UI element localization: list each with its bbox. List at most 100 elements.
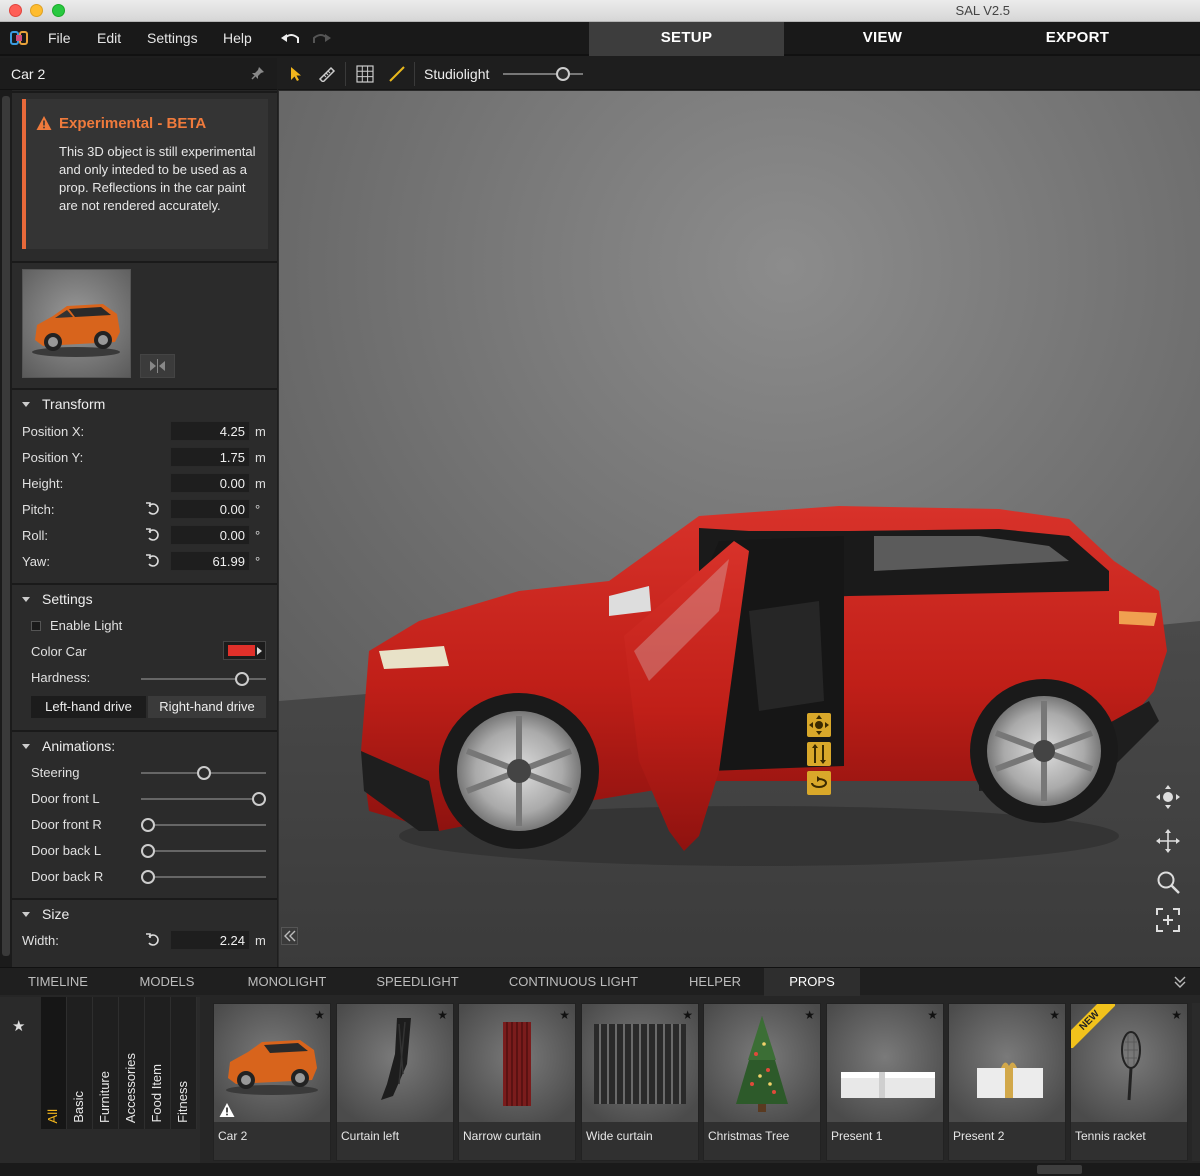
favorite-star-icon[interactable]: ★ [314, 1008, 325, 1022]
prop-card-curtain-left[interactable]: ★ Curtain left [336, 1003, 454, 1161]
select-tool-icon[interactable] [288, 66, 304, 82]
favorite-star-icon[interactable]: ★ [437, 1008, 448, 1022]
prop-card-tennis-racket[interactable]: NEW ★ Tennis racket [1070, 1003, 1188, 1161]
size-header[interactable]: Size [22, 906, 69, 922]
transform-header[interactable]: Transform [22, 396, 105, 412]
expand-panel-icon[interactable] [1172, 974, 1188, 990]
undo-icon[interactable] [280, 30, 302, 46]
grid-icon[interactable] [356, 65, 374, 83]
favorites-star-icon[interactable]: ★ [12, 1017, 25, 1035]
object-title: Car 2 [11, 66, 46, 82]
tab-models[interactable]: MODELS [116, 968, 218, 996]
yaw-field[interactable]: 61.99 [170, 551, 250, 571]
favorite-star-icon[interactable]: ★ [927, 1008, 938, 1022]
roll-field[interactable]: 0.00 [170, 525, 250, 545]
studiolight-slider-knob[interactable] [555, 67, 570, 81]
prop-card-christmas-tree[interactable]: ★ Christmas Tree [703, 1003, 821, 1161]
favorite-star-icon[interactable]: ★ [682, 1008, 693, 1022]
category-accessories[interactable]: Accessories [119, 997, 145, 1129]
panel-scrollbar[interactable] [0, 90, 12, 967]
viewport-divider [414, 62, 415, 86]
tab-continuous-light[interactable]: CONTINUOUS LIGHT [479, 968, 668, 996]
steering-slider[interactable] [141, 766, 266, 780]
color-swatch [228, 645, 255, 656]
tab-helper[interactable]: HELPER [668, 968, 762, 996]
width-field[interactable]: 2.24 [170, 930, 250, 950]
category-all[interactable]: All [41, 997, 67, 1129]
settings-header[interactable]: Settings [22, 591, 93, 607]
menu-file[interactable]: File [48, 30, 71, 46]
height-gizmo-icon[interactable] [807, 742, 831, 766]
hardness-slider[interactable] [141, 672, 266, 686]
prop-card-present-1[interactable]: ★ Present 1 [826, 1003, 944, 1161]
menu-help[interactable]: Help [223, 30, 252, 46]
category-basic[interactable]: Basic [67, 997, 93, 1129]
left-hand-drive-button[interactable]: Left-hand drive [31, 696, 146, 718]
door-back-l-slider[interactable] [141, 844, 266, 858]
door-front-l-slider-knob[interactable] [252, 792, 266, 806]
prop-card-present-2[interactable]: ★ Present 2 [948, 1003, 1066, 1161]
door-back-l-slider-knob[interactable] [141, 844, 155, 858]
position-x-field[interactable]: 4.25 [170, 421, 250, 441]
panel-scrollbar-thumb[interactable] [2, 96, 10, 956]
viewport-toolbar: Studiolight [278, 58, 1200, 90]
reset-width-icon[interactable] [145, 932, 161, 948]
redo-icon[interactable] [310, 30, 332, 46]
tab-export[interactable]: EXPORT [980, 22, 1175, 56]
collapse-panel-icon[interactable] [281, 927, 298, 945]
reset-pitch-icon[interactable] [145, 501, 161, 517]
scene-canvas[interactable] [279, 91, 1200, 967]
library-scrollbar[interactable] [0, 1163, 1200, 1176]
position-y-field[interactable]: 1.75 [170, 447, 250, 467]
door-back-r-slider-knob[interactable] [141, 870, 155, 884]
zoom-icon[interactable] [1155, 869, 1181, 895]
door-back-r-slider[interactable] [141, 870, 266, 884]
frame-selection-icon[interactable] [1155, 907, 1181, 933]
favorite-star-icon[interactable]: ★ [1049, 1008, 1060, 1022]
steering-slider-knob[interactable] [196, 766, 211, 780]
category-fitness[interactable]: Fitness [171, 997, 197, 1129]
favorite-star-icon[interactable]: ★ [1171, 1008, 1182, 1022]
right-hand-drive-button[interactable]: Right-hand drive [148, 696, 266, 718]
tab-monolight[interactable]: MONOLIGHT [218, 968, 356, 996]
enable-light-checkbox[interactable] [31, 621, 41, 631]
tab-props[interactable]: PROPS [764, 968, 860, 996]
move-gizmo-icon[interactable] [807, 713, 831, 737]
tab-view[interactable]: VIEW [785, 22, 980, 56]
door-back-l-label: Door back L [31, 843, 102, 858]
mirror-button[interactable] [140, 354, 175, 378]
door-front-l-slider[interactable] [141, 792, 266, 806]
menu-settings[interactable]: Settings [147, 30, 198, 46]
light-line-icon[interactable] [388, 65, 406, 83]
reset-yaw-icon[interactable] [145, 553, 161, 569]
door-front-r-slider-knob[interactable] [141, 818, 155, 832]
tab-speedlight[interactable]: SPEEDLIGHT [356, 968, 479, 996]
prop-card-car-2[interactable]: ★ Car 2 [213, 1003, 331, 1161]
pin-icon[interactable] [251, 66, 265, 80]
height-field[interactable]: 0.00 [170, 473, 250, 493]
pitch-field[interactable]: 0.00 [170, 499, 250, 519]
tab-timeline[interactable]: TIMELINE [0, 968, 116, 996]
prop-card-narrow-curtain[interactable]: ★ Narrow curtain [458, 1003, 576, 1161]
measure-tool-icon[interactable] [318, 66, 336, 84]
orbit-icon[interactable] [1155, 784, 1181, 810]
rotate-gizmo-icon[interactable] [807, 771, 831, 795]
studiolight-slider[interactable] [503, 67, 583, 81]
door-front-r-slider[interactable] [141, 818, 266, 832]
reset-roll-icon[interactable] [145, 527, 161, 543]
pan-icon[interactable] [1155, 828, 1181, 854]
color-car-picker[interactable] [223, 641, 266, 660]
library-panel: TIMELINE MODELS MONOLIGHT SPEEDLIGHT CON… [0, 967, 1200, 1176]
prop-card-wide-curtain[interactable]: ★ Wide curtain [581, 1003, 699, 1161]
settings-header-label: Settings [42, 591, 93, 607]
new-badge: NEW [1071, 1004, 1115, 1048]
category-food-item[interactable]: Food Item [145, 997, 171, 1129]
tab-setup[interactable]: SETUP [589, 22, 784, 56]
favorite-star-icon[interactable]: ★ [559, 1008, 570, 1022]
animations-header[interactable]: Animations: [22, 738, 115, 754]
menu-edit[interactable]: Edit [97, 30, 121, 46]
library-scrollbar-thumb[interactable] [1037, 1165, 1082, 1174]
category-furniture[interactable]: Furniture [93, 997, 119, 1129]
favorite-star-icon[interactable]: ★ [804, 1008, 815, 1022]
3d-viewport[interactable]: Studiolight [278, 58, 1200, 967]
